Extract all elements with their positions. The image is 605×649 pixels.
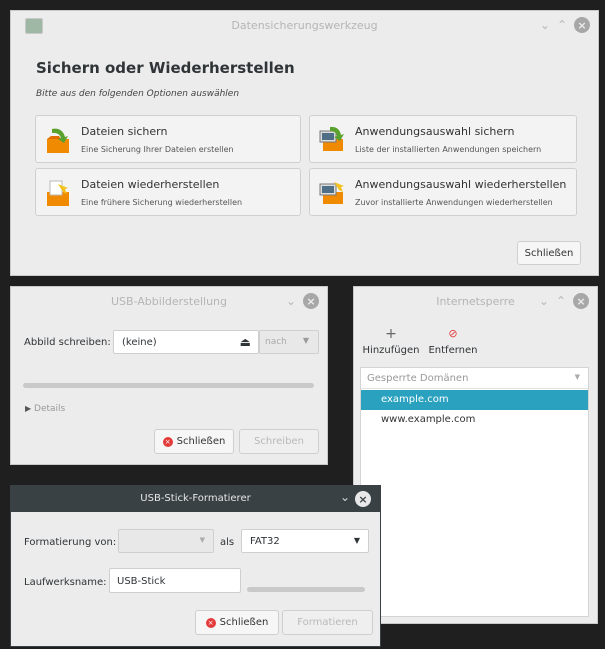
format-from-label: Formatierung von: (24, 537, 117, 548)
folder-backup-icon (47, 128, 69, 153)
backup-apps-option[interactable]: Anwendungsauswahl sichern Liste der inst… (309, 115, 577, 163)
remove-icon: ⊘ (448, 327, 458, 340)
target-device-combo[interactable]: nach ▼ (259, 330, 319, 354)
image-value: (keine) (122, 337, 157, 348)
formatter-title: USB-Stick-Formatierer (140, 493, 251, 504)
restore-files-option[interactable]: Dateien wiederherstellen Eine frühere Si… (35, 168, 301, 216)
write-image-label: Abbild schreiben: (24, 337, 111, 348)
remove-label: Entfernen (428, 345, 478, 356)
backup-window: Datensicherungswerkzeug ⌄ ⌃ × Sichern od… (10, 10, 599, 276)
image-writer-close-button[interactable]: × Schließen (154, 429, 234, 454)
option-title: Dateien wiederherstellen (81, 178, 220, 191)
filesystem-value: FAT32 (250, 536, 280, 547)
option-title: Dateien sichern (81, 125, 168, 138)
domain-row[interactable]: www.example.com (361, 410, 588, 430)
close-label: Schließen (176, 436, 226, 447)
close-icon: × (205, 617, 216, 628)
formatter-titlebar[interactable]: USB-Stick-Formatierer ⌄ × (11, 486, 380, 512)
close-icon[interactable]: × (574, 17, 590, 33)
to-label: nach (265, 337, 287, 347)
restore-apps-option[interactable]: Anwendungsauswahl wiederherstellen Zuvor… (309, 168, 577, 216)
option-title: Anwendungsauswahl wiederherstellen (355, 178, 567, 191)
file-open-icon: ⏏ (239, 335, 251, 349)
domain-blocker-window: Internetsperre ⌄ ⌃ × + Hinzufügen ⊘ Entf… (353, 286, 598, 624)
domain-text: www.example.com (381, 414, 476, 425)
domain-list: Gesperrte Domänen ▼ example.com www.exam… (360, 367, 589, 617)
backup-subtitle: Bitte aus den folgenden Optionen auswähl… (36, 89, 240, 99)
close-icon[interactable]: × (303, 293, 319, 309)
drive-name-label: Laufwerksname: (24, 577, 107, 588)
minimize-icon[interactable]: ⌄ (539, 293, 549, 309)
minimize-icon[interactable]: ⌄ (286, 293, 296, 309)
backup-close-button[interactable]: Schließen (517, 241, 581, 265)
as-label: als (220, 537, 235, 548)
drive-name-value: USB-Stick (117, 576, 166, 587)
domain-text: example.com (381, 394, 449, 405)
folder-restore-icon (47, 180, 69, 206)
add-label: Hinzufügen (362, 345, 420, 356)
backup-files-option[interactable]: Dateien sichern Eine Sicherung Ihrer Dat… (35, 115, 301, 163)
source-device-combo[interactable]: ▼ (118, 529, 214, 553)
write-progress-bar (23, 383, 314, 388)
minimize-icon[interactable]: ⌄ (540, 17, 550, 33)
close-label: Schließen (219, 617, 269, 628)
column-header: Gesperrte Domänen (367, 373, 469, 384)
image-writer-window: USB-Abbilderstellung ⌄ × Abbild schreibe… (10, 286, 328, 465)
triangle-right-icon: ▶ (25, 404, 32, 413)
maximize-icon[interactable]: ⌃ (557, 17, 567, 33)
option-description: Eine Sicherung Ihrer Dateien erstellen (81, 145, 234, 154)
format-progress-bar (247, 587, 365, 592)
computer-restore-icon (319, 182, 344, 204)
formatter-window: USB-Stick-Formatierer ⌄ × Formatierung v… (10, 485, 381, 647)
image-writer-title: USB-Abbilderstellung (110, 295, 228, 308)
backup-window-title: Datensicherungswerkzeug (231, 19, 378, 32)
backup-titlebar[interactable]: Datensicherungswerkzeug ⌄ ⌃ × (11, 11, 598, 41)
chevron-down-icon: ▼ (302, 336, 309, 345)
option-description: Zuvor installierte Anwendungen wiederher… (355, 198, 553, 207)
format-button[interactable]: Formatieren (282, 610, 373, 635)
details-expander[interactable]: ▶ Details (25, 404, 65, 414)
option-description: Liste der installierten Anwendungen spei… (355, 145, 542, 154)
add-domain-button[interactable]: + Hinzufügen (362, 327, 420, 356)
domain-blocker-titlebar[interactable]: Internetsperre ⌄ ⌃ × (354, 287, 597, 317)
close-icon: × (162, 436, 173, 447)
option-title: Anwendungsauswahl sichern (355, 125, 515, 138)
formatter-close-button[interactable]: × Schließen (195, 610, 279, 635)
image-writer-titlebar[interactable]: USB-Abbilderstellung ⌄ × (11, 287, 327, 317)
computer-backup-icon (319, 126, 344, 151)
details-label: Details (34, 404, 66, 414)
image-file-chooser[interactable]: (keine) ⏏ (113, 330, 259, 354)
close-icon[interactable]: × (573, 293, 589, 309)
chevron-down-icon: ▼ (199, 536, 205, 544)
domain-row[interactable]: example.com (361, 390, 588, 410)
backup-heading: Sichern oder Wiederherstellen (36, 59, 295, 77)
plus-icon: + (385, 326, 397, 342)
drive-name-input[interactable]: USB-Stick (109, 568, 241, 593)
domain-list-header[interactable]: Gesperrte Domänen ▼ (361, 368, 588, 389)
chevron-down-icon: ▼ (353, 536, 360, 545)
remove-domain-button[interactable]: ⊘ Entfernen (424, 327, 482, 356)
filesystem-combo[interactable]: FAT32 ▼ (241, 529, 369, 553)
minimize-icon[interactable]: ⌄ (340, 490, 350, 504)
chevron-down-icon: ▼ (574, 373, 580, 381)
maximize-icon[interactable]: ⌃ (556, 293, 566, 309)
option-description: Eine frühere Sicherung wiederherstellen (81, 198, 243, 207)
close-icon[interactable]: × (355, 491, 371, 507)
write-button[interactable]: Schreiben (239, 429, 319, 454)
